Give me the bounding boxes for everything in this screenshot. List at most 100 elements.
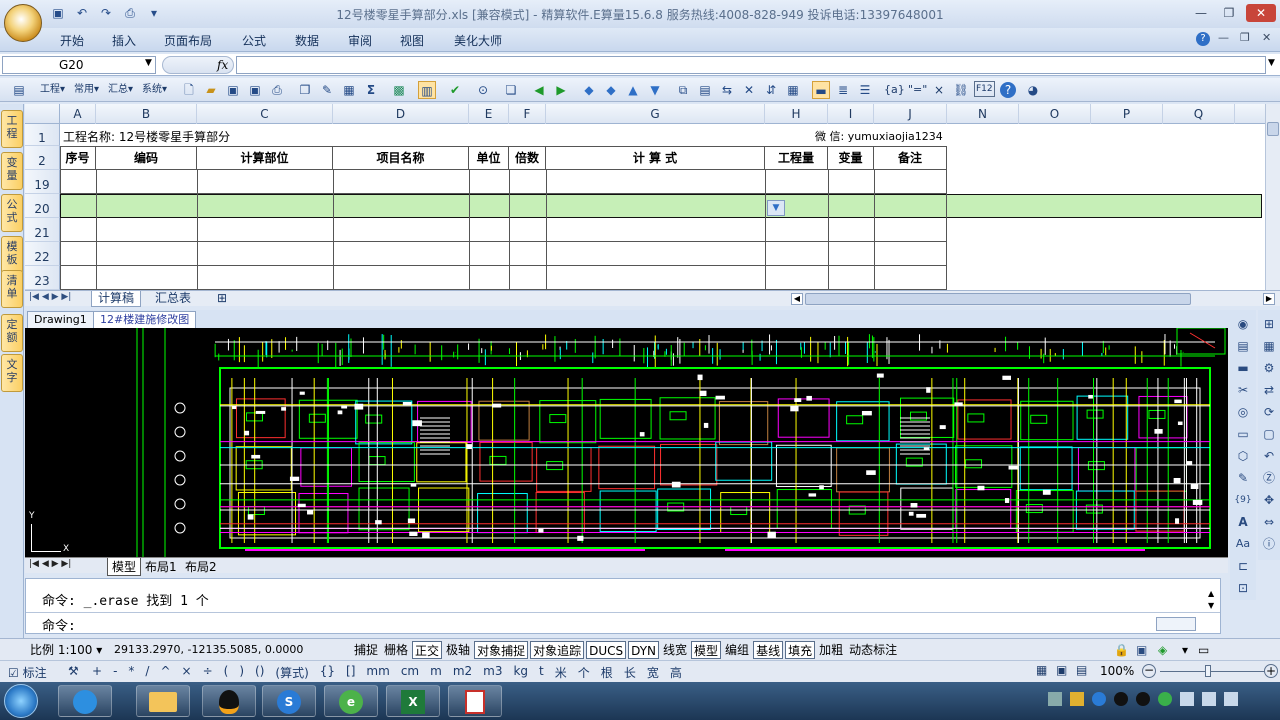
- project-menu-button[interactable]: 工程▾: [40, 81, 65, 99]
- taskbar-browser-icon[interactable]: [58, 685, 112, 717]
- undo-icon[interactable]: ↶: [72, 4, 92, 22]
- header-cell-code[interactable]: 编码: [96, 146, 197, 170]
- column-header[interactable]: Q: [1163, 104, 1235, 124]
- unit-item[interactable]: (: [224, 664, 229, 681]
- column-header[interactable]: P: [1091, 104, 1163, 124]
- command-prompt-input[interactable]: 命令:: [42, 615, 76, 634]
- status-toggle[interactable]: 加粗: [817, 641, 845, 659]
- clean-screen-icon[interactable]: ▭: [1196, 641, 1211, 659]
- unit-item[interactable]: []: [346, 664, 355, 681]
- next-icon[interactable]: ▶: [552, 81, 570, 99]
- pencil-icon[interactable]: ✎: [1233, 468, 1253, 488]
- grid-icon[interactable]: ▦: [784, 81, 802, 99]
- unit-item[interactable]: -: [113, 664, 117, 681]
- layout-tab-1[interactable]: 布局1: [143, 558, 179, 575]
- tray-network-icon[interactable]: [1048, 692, 1062, 706]
- taskbar-qq-icon[interactable]: [202, 685, 256, 717]
- row-header[interactable]: 1: [25, 124, 60, 146]
- column-header[interactable]: G: [546, 104, 765, 124]
- tray-volume-icon[interactable]: [1180, 692, 1194, 706]
- brush-icon[interactable]: ✎: [318, 81, 336, 99]
- column-header[interactable]: N: [947, 104, 1019, 124]
- taskbar-excel-icon[interactable]: X: [386, 685, 440, 717]
- tray-qq-icon[interactable]: [1114, 692, 1128, 706]
- unit-item[interactable]: m2: [453, 664, 472, 681]
- summary-menu-button[interactable]: 汇总▾: [108, 81, 133, 99]
- unit-item[interactable]: cm: [401, 664, 419, 681]
- snap-icon[interactable]: ⊡: [1233, 578, 1253, 598]
- dock-tab-text[interactable]: 文字: [1, 354, 23, 392]
- layout-tab-2[interactable]: 布局2: [183, 558, 219, 575]
- unit-item[interactable]: (): [255, 664, 264, 681]
- cad-canvas[interactable]: Y X: [25, 328, 1228, 557]
- column-header[interactable]: C: [197, 104, 333, 124]
- unit-item[interactable]: mm: [366, 664, 389, 681]
- f12-button[interactable]: F12: [974, 81, 995, 97]
- unit-item[interactable]: ^: [160, 664, 170, 681]
- zoom-level[interactable]: 100%: [1100, 664, 1134, 678]
- redo-icon[interactable]: ↷: [96, 4, 116, 22]
- sheet-tab-calc[interactable]: 计算稿: [91, 291, 142, 307]
- status-toggle[interactable]: DUCS: [586, 641, 627, 659]
- status-toggle[interactable]: 模型: [691, 641, 722, 659]
- check-icon[interactable]: ✔: [446, 81, 464, 99]
- tools-icon[interactable]: ✂: [1233, 380, 1253, 400]
- column-header[interactable]: A: [60, 104, 96, 124]
- status-toggle[interactable]: 捕捉: [352, 641, 380, 659]
- tab-page-layout[interactable]: 页面布局: [164, 32, 212, 49]
- project-name-cell[interactable]: 工程名称: 12号楼零星手算部分: [63, 128, 230, 145]
- header-cell-unit[interactable]: 单位: [469, 146, 509, 170]
- status-toggle[interactable]: 编组: [723, 641, 751, 659]
- status-menu-icon[interactable]: ▾: [1180, 641, 1190, 659]
- window-icon[interactable]: ❏: [502, 81, 520, 99]
- unit-item[interactable]: ÷: [203, 664, 213, 681]
- column-header[interactable]: D: [333, 104, 469, 124]
- restore-button[interactable]: ❐: [1218, 4, 1240, 22]
- pan-icon[interactable]: ✥: [1259, 490, 1279, 510]
- column-header[interactable]: J: [874, 104, 947, 124]
- row-header[interactable]: 2: [25, 146, 60, 170]
- header-cell-multiplier[interactable]: 倍数: [509, 146, 546, 170]
- taskbar-folder-icon[interactable]: [136, 685, 190, 717]
- wechat-cell[interactable]: 微 信: yumuxiaojia1234: [815, 128, 943, 144]
- h-scroll-right[interactable]: ▶: [1263, 293, 1275, 305]
- copy-icon[interactable]: ❐: [296, 81, 314, 99]
- select-all-corner[interactable]: [25, 104, 60, 124]
- dimension-icon[interactable]: ⊏: [1233, 556, 1253, 576]
- zoom-slider-thumb[interactable]: [1205, 665, 1211, 677]
- insert-row-icon[interactable]: ⇆: [718, 81, 736, 99]
- close-button[interactable]: ✕: [1246, 4, 1276, 22]
- system-menu-button[interactable]: 系统▾: [142, 81, 167, 99]
- info-icon[interactable]: ⓘ: [1259, 534, 1279, 554]
- unit-item[interactable]: ×: [182, 664, 192, 681]
- row-header[interactable]: 22: [25, 242, 60, 266]
- zoom-slider-track[interactable]: [1160, 671, 1264, 672]
- expand-formula-icon[interactable]: ▼: [1268, 58, 1275, 68]
- dock-tab-bill[interactable]: 清单: [1, 270, 23, 308]
- normal-view-icon[interactable]: ▦: [1036, 663, 1047, 677]
- brace-icon[interactable]: {9}: [1233, 490, 1253, 510]
- arrow-down-icon[interactable]: ▼: [646, 81, 664, 99]
- layer-icon[interactable]: ▤: [1233, 336, 1253, 356]
- status-toggle[interactable]: 动态标注: [847, 641, 899, 659]
- sub-restore-button[interactable]: ❐: [1240, 31, 1250, 44]
- arrow-up-icon[interactable]: ▲: [624, 81, 642, 99]
- dock-tab-template[interactable]: 模板: [1, 236, 23, 274]
- tab-beautify[interactable]: 美化大师: [454, 32, 502, 49]
- unit-item[interactable]: 长: [624, 664, 636, 681]
- dock-tab-variable[interactable]: 变量: [1, 152, 23, 190]
- zoom-out-icon[interactable]: −: [1142, 664, 1156, 678]
- polygon-icon[interactable]: ⬡: [1233, 446, 1253, 466]
- eye-icon[interactable]: ◎: [1233, 402, 1253, 422]
- tab-review[interactable]: 审阅: [348, 32, 372, 49]
- cmd-scroll-down-icon[interactable]: ▼: [1208, 601, 1214, 610]
- zoom-icon[interactable]: Ⓩ: [1259, 468, 1279, 488]
- minimize-button[interactable]: —: [1190, 4, 1212, 22]
- tray-wechat-icon[interactable]: [1158, 692, 1172, 706]
- paste-icon[interactable]: ▤: [696, 81, 714, 99]
- unit-item[interactable]: 高: [670, 664, 682, 681]
- h-scroll-left[interactable]: ◀: [791, 293, 803, 305]
- unit-item[interactable]: m: [430, 664, 442, 681]
- save-icon[interactable]: ▣: [48, 4, 68, 22]
- header-cell-variable[interactable]: 变量: [828, 146, 874, 170]
